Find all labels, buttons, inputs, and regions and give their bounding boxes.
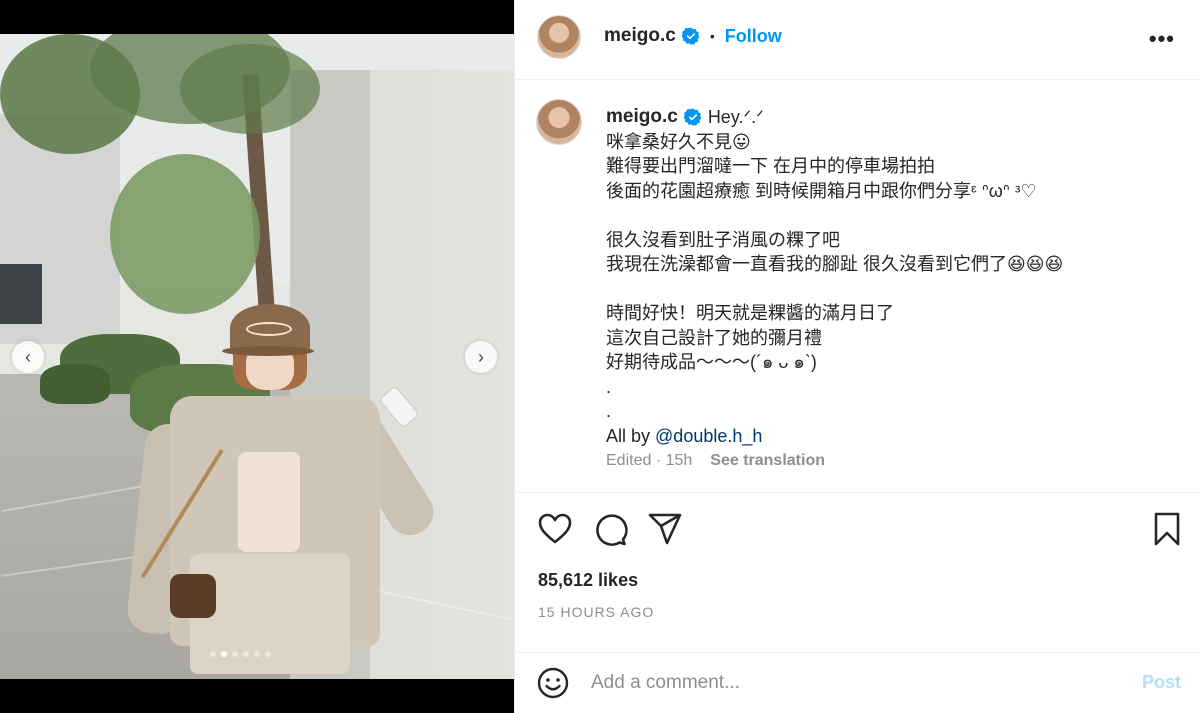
likes-count[interactable]: 85,612 likes xyxy=(538,570,638,591)
caption-first-line: Hey.ᐟ.ᐟ xyxy=(707,107,764,127)
post-photo xyxy=(0,34,514,679)
caption-line: 好期待成品～～～(´๑ ᴗ ๑`) xyxy=(606,352,817,372)
person-figure xyxy=(125,304,442,679)
comment-icon[interactable] xyxy=(592,511,628,547)
caption-line: 很久沒看到肚子消風の粿了吧 xyxy=(606,229,840,250)
heart-icon[interactable] xyxy=(537,511,573,547)
carousel-dot xyxy=(210,651,216,657)
caption-line: 時間好快！明天就是粿醬的滿月日了 xyxy=(606,303,894,323)
mention-link[interactable]: @double.h_h xyxy=(655,426,762,446)
phone-in-hand xyxy=(378,385,420,429)
caption-line: . xyxy=(606,401,612,421)
post-header: meigo.c • Follow ••• xyxy=(515,0,1200,80)
header-separator: • xyxy=(709,28,715,44)
caption-section: meigo.c Hey.ᐟ.ᐟ 咪拿桑好久不見😛 難得要出門溜噠一下 在月中的停… xyxy=(515,81,1200,493)
bookmark-icon[interactable] xyxy=(1149,511,1185,547)
paper-plane-icon[interactable] xyxy=(647,511,683,547)
media-panel: ‹ › xyxy=(0,0,514,713)
carousel-dot xyxy=(265,651,271,657)
caption-line: 難得要出門溜噠一下 在月中的停車場拍拍 xyxy=(606,156,935,176)
see-translation-button[interactable]: See translation xyxy=(710,452,825,470)
carousel-dots xyxy=(210,651,271,657)
caption-line: 這次自己設計了她的彌月禮 xyxy=(606,327,822,348)
carousel-prev-button[interactable]: ‹ xyxy=(12,341,44,373)
smiley-icon[interactable] xyxy=(537,667,569,699)
post-timestamp: 15 HOURS AGO xyxy=(538,604,655,620)
carousel-next-button[interactable]: › xyxy=(465,341,497,373)
caption-text: meigo.c Hey.ᐟ.ᐟ 咪拿桑好久不見😛 難得要出門溜噠一下 在月中的停… xyxy=(606,105,1176,448)
carousel-dot xyxy=(254,651,260,657)
follow-button[interactable]: Follow xyxy=(725,26,782,47)
comment-input[interactable] xyxy=(591,669,1111,697)
avatar[interactable] xyxy=(537,15,581,59)
carousel-dot xyxy=(243,651,249,657)
instagram-post-modal: ‹ › meigo.c • Follow ••• meigo.c Hey.ᐟ.ᐟ… xyxy=(0,0,1200,713)
caption-line: 後面的花園超療癒 到時候開箱月中跟你們分享ᵋ ᐢωᐢ ᵌ♡ xyxy=(606,180,1037,201)
chevron-left-icon: ‹ xyxy=(25,347,31,367)
credit-prefix: All by xyxy=(606,425,656,446)
comment-bar: Post xyxy=(515,652,1200,713)
caption-meta: Edited · 15h See translation xyxy=(606,452,825,470)
caption-line: . xyxy=(606,376,612,397)
username[interactable]: meigo.c xyxy=(604,25,676,47)
caption-line xyxy=(606,203,1176,228)
post-side-panel: meigo.c • Follow ••• meigo.c Hey.ᐟ.ᐟ 咪拿桑… xyxy=(514,0,1200,713)
caption-line: 我現在洗澡都會一直看我的腳趾 很久沒看到它們了😆😆😆 xyxy=(606,254,1064,274)
caption-avatar[interactable] xyxy=(536,99,582,145)
action-bar xyxy=(515,505,1200,553)
post-comment-button[interactable]: Post xyxy=(1142,672,1181,693)
caption-line: 咪拿桑好久不見😛 xyxy=(606,131,751,152)
handbag xyxy=(170,574,216,618)
verified-badge-icon xyxy=(683,108,702,127)
caption-credit: All by @double.h_h xyxy=(606,424,1176,449)
caption-line xyxy=(606,277,1176,302)
more-options-icon[interactable]: ••• xyxy=(1149,26,1175,52)
edited-timestamp: Edited · 15h xyxy=(606,452,693,469)
carousel-dot xyxy=(221,651,227,657)
verified-badge-icon xyxy=(681,27,700,45)
carousel-dot xyxy=(232,651,238,657)
caption-username[interactable]: meigo.c xyxy=(606,105,678,130)
chevron-right-icon: › xyxy=(478,347,484,367)
